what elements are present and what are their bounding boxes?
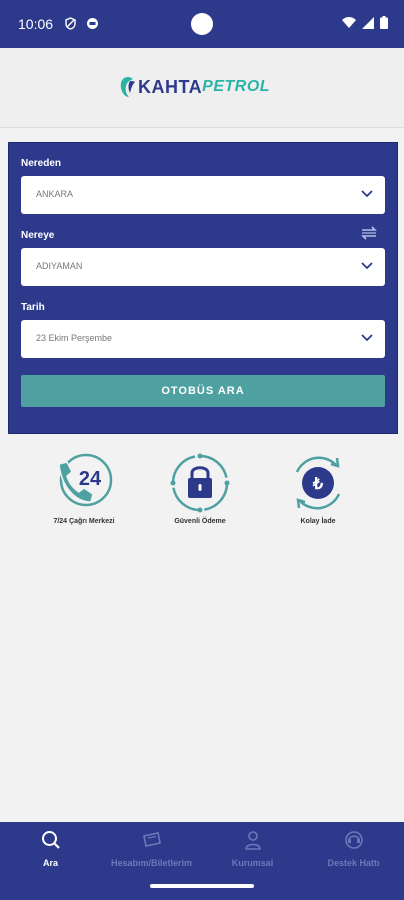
swap-icon[interactable] [360, 226, 378, 240]
nav-label: Hesabım/Biletlerim [110, 858, 193, 868]
from-label: Nereden [21, 158, 62, 169]
nav-item-corporate[interactable]: Kurumsal [202, 830, 303, 868]
status-time: 10:06 [18, 16, 54, 32]
feature-label: Güvenli Ödeme [174, 518, 226, 525]
camera-cutout [191, 13, 213, 35]
search-bus-button[interactable]: OTOBÜS ARA [21, 375, 385, 407]
status-bar: 10:06 [0, 0, 404, 48]
person-icon [244, 831, 261, 850]
feature-secure-payment: Güvenli Ödeme [150, 452, 250, 525]
date-select[interactable]: 23 Ekim Perşembe [21, 320, 385, 358]
feature-easy-refund: ₺ Kolay İade [268, 452, 368, 525]
search-panel: Nereden ANKARA Nereye ADIYAMAN Tarih 23 … [8, 142, 398, 434]
kahta-petrol-logo: KAHTA PETROL [119, 75, 270, 99]
phone-24-icon: 24 [58, 453, 113, 507]
logo-mark-icon [120, 77, 135, 97]
notification-icon [87, 18, 98, 29]
to-label: Nereye [21, 230, 55, 241]
nav-item-search[interactable]: Ara [0, 830, 101, 868]
search-icon [41, 831, 60, 849]
support-icon [344, 831, 363, 849]
logo-text-petrol: PETROL [202, 78, 271, 95]
nav-item-support[interactable]: Destek Hattı [303, 830, 404, 868]
lira-refund-icon: ₺ [295, 456, 341, 510]
feature-call-center: 24 7/24 Çağrı Merkezi [34, 452, 134, 525]
lock-icon [170, 453, 230, 513]
bottom-nav: Ara Hesabım/Biletlerim Kurumsal Destek H… [0, 822, 404, 900]
from-value: ANKARA [36, 189, 74, 199]
nav-item-account-tickets[interactable]: Hesabım/Biletlerim [101, 830, 202, 868]
battery-icon [380, 16, 388, 29]
nav-label: Destek Hattı [327, 858, 380, 868]
vpn-shield-icon [65, 17, 76, 30]
nav-label: Ara [42, 858, 58, 868]
date-label: Tarih [21, 302, 45, 313]
home-indicator[interactable] [150, 884, 254, 888]
date-value: 23 Ekim Perşembe [36, 333, 113, 343]
to-select[interactable]: ADIYAMAN [21, 248, 385, 286]
feature-label: 7/24 Çağrı Merkezi [53, 518, 115, 525]
chevron-down-icon [361, 262, 373, 270]
from-select[interactable]: ANKARA [21, 176, 385, 214]
to-value: ADIYAMAN [36, 261, 83, 271]
svg-text:₺: ₺ [312, 476, 324, 493]
svg-text:24: 24 [79, 468, 102, 490]
feature-label: Kolay İade [300, 518, 336, 525]
chevron-down-icon [361, 190, 373, 198]
signal-icon [362, 16, 374, 29]
wifi-icon [342, 16, 356, 28]
nav-label: Kurumsal [231, 858, 274, 868]
logo-text-kahta: KAHTA [138, 76, 203, 97]
ticket-icon [142, 832, 161, 847]
app-header: KAHTA PETROL [0, 48, 404, 128]
chevron-down-icon [361, 334, 373, 342]
